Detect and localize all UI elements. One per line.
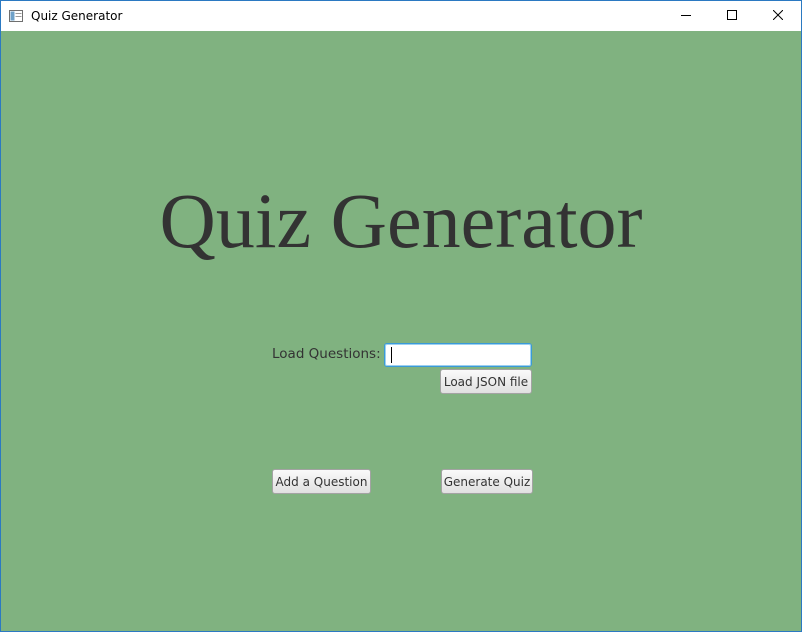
page-title: Quiz Generator: [159, 177, 643, 264]
load-questions-label: Load Questions:: [272, 346, 381, 362]
close-icon: [772, 7, 784, 25]
minimize-button[interactable]: [663, 1, 709, 31]
close-button[interactable]: [755, 1, 801, 31]
text-caret: [391, 347, 392, 363]
title-bar[interactable]: Quiz Generator: [1, 1, 801, 31]
window-app-icon: [9, 9, 23, 22]
generate-quiz-button[interactable]: Generate Quiz: [441, 469, 533, 494]
add-question-button[interactable]: Add a Question: [272, 469, 371, 494]
maximize-icon: [727, 7, 737, 25]
load-questions-input[interactable]: [384, 343, 532, 367]
load-json-button[interactable]: Load JSON file: [440, 369, 532, 394]
window-title: Quiz Generator: [31, 9, 123, 23]
main-content: Quiz Generator Load Questions: Load JSON…: [1, 31, 801, 631]
minimize-icon: [681, 7, 691, 25]
app-window: Quiz Generator Quiz Generator Load Quest…: [0, 0, 802, 632]
maximize-button[interactable]: [709, 1, 755, 31]
